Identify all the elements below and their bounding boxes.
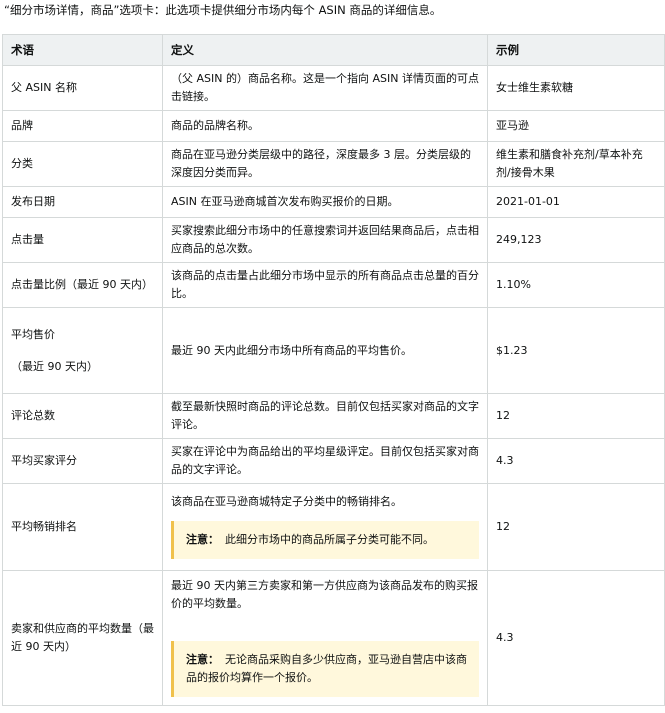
definition-cell: （父 ASIN 的）商品名称。这是一个指向 ASIN 详情页面的可点击链接。 bbox=[162, 65, 488, 111]
example-cell: 4.3 bbox=[487, 438, 665, 484]
note-text: 此细分市场中的商品所属子分类可能不同。 bbox=[225, 533, 434, 546]
term-cell: 分类 bbox=[2, 141, 163, 187]
term-cell: 平均买家评分 bbox=[2, 438, 163, 484]
term-cell: 点击量比例（最近 90 天内） bbox=[2, 262, 163, 308]
table-row: 点击量 买家搜索此细分市场中的任意搜索词并返回结果商品后，点击相应商品的总次数。… bbox=[2, 217, 665, 263]
table-header-row: 术语 定义 示例 bbox=[2, 34, 665, 66]
example-cell: 12 bbox=[487, 393, 665, 439]
table-row: 点击量比例（最近 90 天内） 该商品的点击量占此细分市场中显示的所有商品点击总… bbox=[2, 262, 665, 308]
definition-cell: 该商品的点击量占此细分市场中显示的所有商品点击总量的百分比。 bbox=[162, 262, 488, 308]
header-example: 示例 bbox=[487, 34, 665, 66]
definition-cell: 最近 90 天内此细分市场中所有商品的平均售价。 bbox=[162, 307, 488, 394]
term-cell: 点击量 bbox=[2, 217, 163, 263]
definition-cell: 商品在亚马逊分类层级中的路径，深度最多 3 层。分类层级的深度因分类而异。 bbox=[162, 141, 488, 187]
example-cell: 12 bbox=[487, 483, 665, 571]
terms-table: 术语 定义 示例 父 ASIN 名称 （父 ASIN 的）商品名称。这是一个指向… bbox=[2, 34, 665, 706]
term-cell: 平均售价 （最近 90 天内） bbox=[2, 307, 163, 394]
definition-cell: ASIN 在亚马逊商城首次发布购买报价的日期。 bbox=[162, 186, 488, 218]
intro-text: “细分市场详情，商品”选项卡：此选项卡提供细分市场内每个 ASIN 商品的详细信… bbox=[4, 3, 442, 17]
term-cell: 父 ASIN 名称 bbox=[2, 65, 163, 111]
note-label: 注意： bbox=[186, 653, 219, 666]
definition-cell: 截至最新快照时商品的评论总数。目前仅包括买家对商品的文字评论。 bbox=[162, 393, 488, 439]
note-text: 无论商品采购自多少供应商，亚马逊自营店中该商品的报价均算作一个报价。 bbox=[186, 653, 467, 684]
example-cell: 亚马逊 bbox=[487, 110, 665, 142]
table-row: 平均售价 （最近 90 天内） 最近 90 天内此细分市场中所有商品的平均售价。… bbox=[2, 307, 665, 394]
definition-cell: 最近 90 天内第三方卖家和第一方供应商为该商品发布的购买报价的平均数量。 注意… bbox=[162, 570, 488, 706]
header-definition: 定义 bbox=[162, 34, 488, 66]
definition-text: 最近 90 天内第三方卖家和第一方供应商为该商品发布的购买报价的平均数量。 bbox=[171, 579, 478, 610]
header-term: 术语 bbox=[2, 34, 163, 66]
definition-text: 该商品在亚马逊商城特定子分类中的畅销排名。 bbox=[171, 495, 402, 508]
example-cell: 249,123 bbox=[487, 217, 665, 263]
example-cell: 2021-01-01 bbox=[487, 186, 665, 218]
term-cell: 平均畅销排名 bbox=[2, 483, 163, 571]
term-cell: 发布日期 bbox=[2, 186, 163, 218]
example-cell: 4.3 bbox=[487, 570, 665, 706]
example-cell: 维生素和膳食补充剂/草本补充剂/接骨木果 bbox=[487, 141, 665, 187]
table-row: 发布日期 ASIN 在亚马逊商城首次发布购买报价的日期。 2021-01-01 bbox=[2, 186, 665, 218]
table-row: 分类 商品在亚马逊分类层级中的路径，深度最多 3 层。分类层级的深度因分类而异。… bbox=[2, 141, 665, 187]
term-sub: （最近 90 天内） bbox=[11, 359, 98, 373]
table-row: 品牌 商品的品牌名称。 亚马逊 bbox=[2, 110, 665, 142]
definition-cell: 买家搜索此细分市场中的任意搜索词并返回结果商品后，点击相应商品的总次数。 bbox=[162, 217, 488, 263]
example-cell: $1.23 bbox=[487, 307, 665, 394]
term-cell: 评论总数 bbox=[2, 393, 163, 439]
table-row: 平均买家评分 买家在评论中为商品给出的平均星级评定。目前仅包括买家对商品的文字评… bbox=[2, 438, 665, 484]
table-row: 卖家和供应商的平均数量（最近 90 天内） 最近 90 天内第三方卖家和第一方供… bbox=[2, 570, 665, 706]
table-row: 父 ASIN 名称 （父 ASIN 的）商品名称。这是一个指向 ASIN 详情页… bbox=[2, 65, 665, 111]
term-cell: 品牌 bbox=[2, 110, 163, 142]
note-box: 注意： 无论商品采购自多少供应商，亚马逊自营店中该商品的报价均算作一个报价。 bbox=[171, 641, 479, 697]
definition-cell: 该商品在亚马逊商城特定子分类中的畅销排名。 注意： 此细分市场中的商品所属子分类可… bbox=[162, 483, 488, 571]
note-box: 注意： 此细分市场中的商品所属子分类可能不同。 bbox=[171, 521, 479, 559]
definition-cell: 买家在评论中为商品给出的平均星级评定。目前仅包括买家对商品的文字评论。 bbox=[162, 438, 488, 484]
note-label: 注意： bbox=[186, 533, 219, 546]
table-row: 平均畅销排名 该商品在亚马逊商城特定子分类中的畅销排名。 注意： 此细分市场中的商… bbox=[2, 483, 665, 571]
example-cell: 女士维生素软糖 bbox=[487, 65, 665, 111]
example-cell: 1.10% bbox=[487, 262, 665, 308]
table-row: 评论总数 截至最新快照时商品的评论总数。目前仅包括买家对商品的文字评论。 12 bbox=[2, 393, 665, 439]
definition-cell: 商品的品牌名称。 bbox=[162, 110, 488, 142]
term-cell: 卖家和供应商的平均数量（最近 90 天内） bbox=[2, 570, 163, 706]
term-main: 平均售价 bbox=[11, 327, 55, 341]
